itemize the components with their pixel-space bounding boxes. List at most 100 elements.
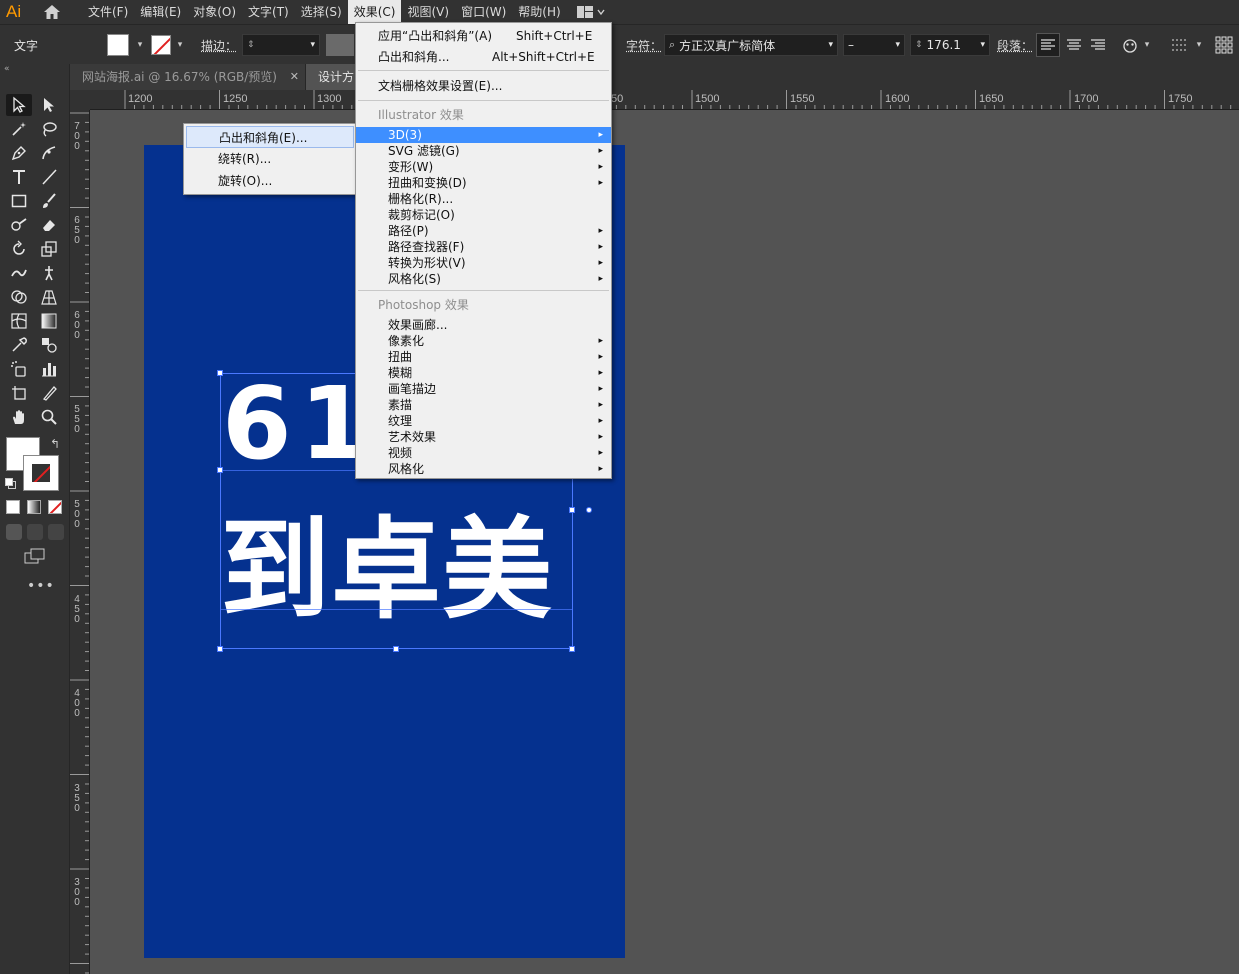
menu-item-revolve[interactable]: 绕转(R)... — [186, 148, 354, 170]
chevron-down-icon[interactable]: ▾ — [310, 40, 315, 50]
illustrator-effect-item-9[interactable]: 风格化(S) ▸ — [356, 271, 611, 287]
menu-file[interactable]: 文件(F) — [82, 0, 134, 24]
curvature-tool-icon[interactable] — [36, 142, 62, 164]
illustrator-effect-item-2[interactable]: 变形(W) ▸ — [356, 159, 611, 175]
zoom-tool-icon[interactable] — [36, 406, 62, 428]
blend-tool-icon[interactable] — [36, 334, 62, 356]
close-icon[interactable]: ✕ — [290, 64, 299, 90]
illustrator-effect-item-0[interactable]: 3D(3) ▸ — [356, 127, 611, 143]
illustrator-effect-item-5[interactable]: 裁剪标记(O) — [356, 207, 611, 223]
tab-website-poster[interactable]: 网站海报.ai @ 16.67% (RGB/预览) ✕ — [70, 64, 306, 90]
perspective-grid-tool-icon[interactable] — [36, 286, 62, 308]
menu-item-apply-last-effect[interactable]: 应用“凸出和斜角”(A) Shift+Ctrl+E — [356, 26, 611, 46]
illustrator-effect-item-4[interactable]: 栅格化(R)... — [356, 191, 611, 207]
transform-grid-icon[interactable] — [1212, 33, 1236, 57]
font-family-field[interactable]: ⌕ 方正汉真广标简体 ▾ — [664, 34, 838, 56]
illustrator-effect-item-6[interactable]: 路径(P) ▸ — [356, 223, 611, 239]
menu-object[interactable]: 对象(O) — [187, 0, 242, 24]
chevron-down-icon[interactable]: ▾ — [133, 34, 147, 56]
more-tools-icon[interactable]: ••• — [27, 578, 55, 594]
line-tool-icon[interactable] — [36, 166, 62, 188]
gradient-mode-icon[interactable] — [27, 500, 41, 514]
type-tool-icon[interactable] — [6, 166, 32, 188]
align-objects-icon[interactable] — [1168, 33, 1192, 57]
photoshop-effect-item-5[interactable]: 素描 ▸ — [356, 397, 611, 413]
menu-help[interactable]: 帮助(H) — [512, 0, 566, 24]
menu-item-raster-settings[interactable]: 文档栅格效果设置(E)... — [356, 76, 611, 96]
artboard-tool-icon[interactable] — [6, 382, 32, 404]
draw-normal-icon[interactable] — [6, 524, 22, 540]
color-mode-icon[interactable] — [6, 500, 20, 514]
stepper-icon[interactable]: ⇕ — [915, 40, 923, 50]
menu-window[interactable]: 窗口(W) — [455, 0, 512, 24]
stroke-swatch[interactable] — [151, 35, 171, 55]
column-graph-tool-icon[interactable] — [36, 358, 62, 380]
hand-tool-icon[interactable] — [6, 406, 32, 428]
eyedropper-tool-icon[interactable] — [6, 334, 32, 356]
menu-view[interactable]: 视图(V) — [401, 0, 455, 24]
photoshop-effect-item-4[interactable]: 画笔描边 ▸ — [356, 381, 611, 397]
menu-edit[interactable]: 编辑(E) — [134, 0, 187, 24]
photoshop-effect-item-2[interactable]: 扭曲 ▸ — [356, 349, 611, 365]
eraser-tool-icon[interactable] — [36, 214, 62, 236]
workspace-switcher-icon[interactable] — [576, 5, 605, 19]
lasso-tool-icon[interactable] — [36, 118, 62, 140]
menu-effect[interactable]: 效果(C) — [347, 0, 402, 24]
shape-builder-tool-icon[interactable] — [6, 286, 32, 308]
stroke-color-swatch[interactable] — [23, 455, 59, 491]
chevron-down-icon[interactable]: ▾ — [828, 40, 833, 50]
align-left-icon[interactable] — [1036, 33, 1060, 57]
gradient-tool-icon[interactable] — [36, 310, 62, 332]
character-label[interactable]: 字符： — [626, 37, 662, 54]
menu-item-extrude-bevel[interactable]: 凸出和斜角(E)... — [186, 126, 354, 148]
chevron-down-icon[interactable]: ▾ — [173, 34, 187, 56]
paragraph-label[interactable]: 段落： — [997, 37, 1033, 54]
home-icon[interactable] — [38, 0, 66, 24]
chevron-down-icon[interactable]: ▾ — [895, 40, 900, 50]
fill-swatch[interactable] — [107, 34, 129, 56]
align-center-icon[interactable] — [1062, 33, 1086, 57]
menu-item-rotate[interactable]: 旋转(O)... — [186, 170, 354, 192]
illustrator-effect-item-7[interactable]: 路径查找器(F) ▸ — [356, 239, 611, 255]
canvas[interactable]: 61 到卓美 — [91, 111, 1239, 974]
resize-handle[interactable] — [569, 507, 575, 513]
swap-colors-icon[interactable]: ↰ — [50, 437, 60, 451]
photoshop-effect-item-3[interactable]: 模糊 ▸ — [356, 365, 611, 381]
shaper-tool-icon[interactable] — [6, 214, 32, 236]
puppet-warp-tool-icon[interactable] — [36, 262, 62, 284]
menu-type[interactable]: 文字(T) — [242, 0, 295, 24]
stroke-label[interactable]: 描边： — [201, 37, 237, 54]
font-size-field[interactable]: ⇕ 176.1 ▾ — [910, 34, 990, 56]
resize-handle[interactable] — [393, 646, 399, 652]
chevron-down-icon[interactable]: ▾ — [1192, 34, 1206, 56]
menu-select[interactable]: 选择(S) — [295, 0, 348, 24]
photoshop-effect-item-7[interactable]: 艺术效果 ▸ — [356, 429, 611, 445]
photoshop-effect-item-1[interactable]: 像素化 ▸ — [356, 333, 611, 349]
menu-item-last-effect[interactable]: 凸出和斜角... Alt+Shift+Ctrl+E — [356, 47, 611, 67]
resize-handle[interactable] — [217, 370, 223, 376]
horizontal-ruler[interactable]: 1200 1250 1300 50 1500 1550 1600 1650 17… — [90, 90, 1239, 110]
direct-selection-tool-icon[interactable] — [36, 94, 62, 116]
rotate-tool-icon[interactable] — [6, 238, 32, 260]
vertical-ruler[interactable]: 700 650 600 550 500 450 400 350 300 — [70, 110, 90, 974]
mesh-tool-icon[interactable] — [6, 310, 32, 332]
photoshop-effect-item-6[interactable]: 纹理 ▸ — [356, 413, 611, 429]
rectangle-tool-icon[interactable] — [6, 190, 32, 212]
paintbrush-tool-icon[interactable] — [36, 190, 62, 212]
photoshop-effect-item-0[interactable]: 效果画廊... — [356, 317, 611, 333]
scale-tool-icon[interactable] — [36, 238, 62, 260]
none-mode-icon[interactable] — [48, 500, 62, 514]
stepper-icon[interactable]: ⇕ — [247, 40, 255, 50]
text-threading-handle[interactable] — [586, 507, 592, 513]
resize-handle[interactable] — [217, 646, 223, 652]
illustrator-effect-item-3[interactable]: 扭曲和变换(D) ▸ — [356, 175, 611, 191]
chevron-down-icon[interactable]: ▾ — [1140, 34, 1154, 56]
resize-handle[interactable] — [217, 467, 223, 473]
recolor-icon[interactable] — [1118, 33, 1142, 57]
illustrator-effect-item-1[interactable]: SVG 滤镜(G) ▸ — [356, 143, 611, 159]
illustrator-effect-item-8[interactable]: 转换为形状(V) ▸ — [356, 255, 611, 271]
font-style-field[interactable]: – ▾ — [843, 34, 905, 56]
photoshop-effect-item-9[interactable]: 风格化 ▸ — [356, 461, 611, 477]
warp-tool-icon[interactable] — [6, 262, 32, 284]
draw-behind-icon[interactable] — [27, 524, 43, 540]
